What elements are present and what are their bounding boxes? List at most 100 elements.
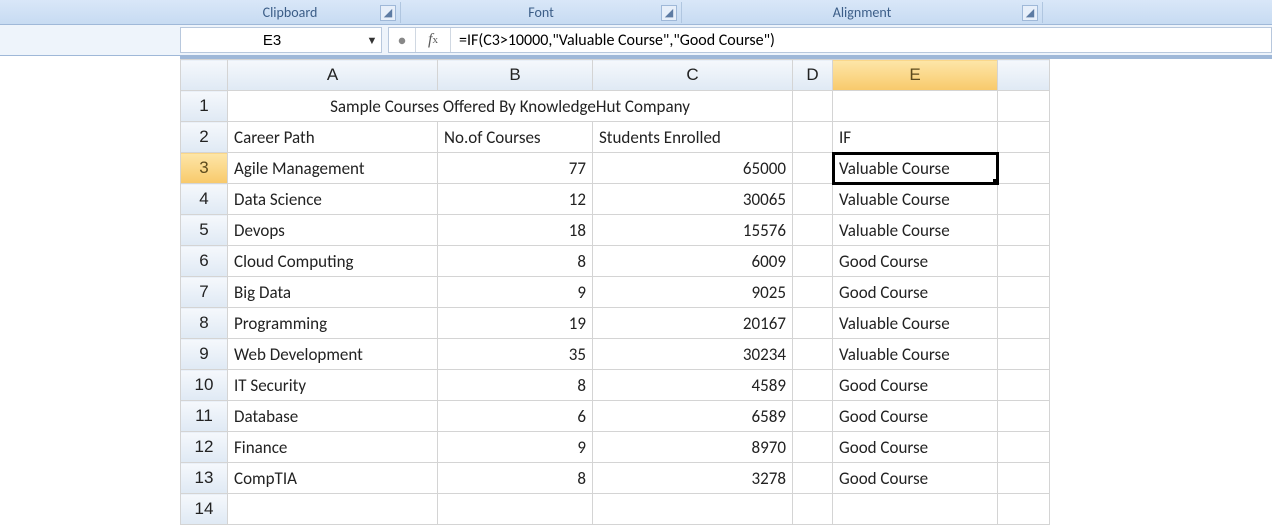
- cell-B3[interactable]: 77: [438, 153, 593, 184]
- cell-F11[interactable]: [998, 401, 1050, 432]
- col-head-A[interactable]: A: [228, 60, 438, 91]
- cell-A13[interactable]: CompTIA: [228, 463, 438, 494]
- cell-B8[interactable]: 19: [438, 308, 593, 339]
- col-head-F[interactable]: [998, 60, 1050, 91]
- row-head-3[interactable]: 3: [181, 153, 228, 184]
- cell-D2[interactable]: [793, 122, 833, 153]
- cell-B11[interactable]: 6: [438, 401, 593, 432]
- cell-D5[interactable]: [793, 215, 833, 246]
- cell-B5[interactable]: 18: [438, 215, 593, 246]
- cell-E5[interactable]: Valuable Course: [833, 215, 998, 246]
- row-head-4[interactable]: 4: [181, 184, 228, 215]
- name-box[interactable]: E3 ▼: [180, 27, 382, 53]
- row-head-1[interactable]: 1: [181, 91, 228, 122]
- row-head-5[interactable]: 5: [181, 215, 228, 246]
- cell-C13[interactable]: 3278: [593, 463, 793, 494]
- cell-D6[interactable]: [793, 246, 833, 277]
- cell-A14[interactable]: [228, 494, 438, 525]
- cell-A11[interactable]: Database: [228, 401, 438, 432]
- header-students[interactable]: Students Enrolled: [593, 122, 793, 153]
- cell-F9[interactable]: [998, 339, 1050, 370]
- cell-C7[interactable]: 9025: [593, 277, 793, 308]
- cell-E1[interactable]: [833, 91, 998, 122]
- cell-E13[interactable]: Good Course: [833, 463, 998, 494]
- row-head-7[interactable]: 7: [181, 277, 228, 308]
- col-head-C[interactable]: C: [593, 60, 793, 91]
- row-head-14[interactable]: 14: [181, 494, 228, 525]
- spreadsheet-grid[interactable]: A B C D E 1 Sample Courses Offered By Kn…: [180, 59, 1050, 525]
- row-head-6[interactable]: 6: [181, 246, 228, 277]
- cell-C3[interactable]: 65000: [593, 153, 793, 184]
- row-head-11[interactable]: 11: [181, 401, 228, 432]
- row-head-12[interactable]: 12: [181, 432, 228, 463]
- cell-D11[interactable]: [793, 401, 833, 432]
- cell-C9[interactable]: 30234: [593, 339, 793, 370]
- cell-B6[interactable]: 8: [438, 246, 593, 277]
- row-head-2[interactable]: 2: [181, 122, 228, 153]
- cell-B13[interactable]: 8: [438, 463, 593, 494]
- cell-F3[interactable]: [998, 153, 1050, 184]
- col-head-D[interactable]: D: [793, 60, 833, 91]
- select-all-corner[interactable]: [181, 60, 228, 91]
- cell-A10[interactable]: IT Security: [228, 370, 438, 401]
- cell-A8[interactable]: Programming: [228, 308, 438, 339]
- name-box-dropdown-icon[interactable]: ▼: [363, 34, 381, 47]
- cell-F2[interactable]: [998, 122, 1050, 153]
- cell-A4[interactable]: Data Science: [228, 184, 438, 215]
- cell-F6[interactable]: [998, 246, 1050, 277]
- cell-E11[interactable]: Good Course: [833, 401, 998, 432]
- cell-E7[interactable]: Good Course: [833, 277, 998, 308]
- col-head-E[interactable]: E: [833, 60, 998, 91]
- row-head-8[interactable]: 8: [181, 308, 228, 339]
- cell-F1[interactable]: [998, 91, 1050, 122]
- cell-C12[interactable]: 8970: [593, 432, 793, 463]
- cell-F5[interactable]: [998, 215, 1050, 246]
- cell-E14[interactable]: [833, 494, 998, 525]
- row-head-13[interactable]: 13: [181, 463, 228, 494]
- title-cell[interactable]: Sample Courses Offered By KnowledgeHut C…: [228, 91, 793, 122]
- cell-F12[interactable]: [998, 432, 1050, 463]
- cell-F10[interactable]: [998, 370, 1050, 401]
- cell-A6[interactable]: Cloud Computing: [228, 246, 438, 277]
- cell-A3[interactable]: Agile Management: [228, 153, 438, 184]
- cell-F14[interactable]: [998, 494, 1050, 525]
- cell-D14[interactable]: [793, 494, 833, 525]
- cell-A9[interactable]: Web Development: [228, 339, 438, 370]
- header-if[interactable]: IF: [833, 122, 998, 153]
- cell-D13[interactable]: [793, 463, 833, 494]
- cell-F8[interactable]: [998, 308, 1050, 339]
- cell-D3[interactable]: [793, 153, 833, 184]
- cell-B12[interactable]: 9: [438, 432, 593, 463]
- cell-D1[interactable]: [793, 91, 833, 122]
- cell-E8[interactable]: Valuable Course: [833, 308, 998, 339]
- cell-B9[interactable]: 35: [438, 339, 593, 370]
- clipboard-launcher-icon[interactable]: ◢: [380, 5, 396, 21]
- cell-E4[interactable]: Valuable Course: [833, 184, 998, 215]
- cell-D9[interactable]: [793, 339, 833, 370]
- cell-E9[interactable]: Valuable Course: [833, 339, 998, 370]
- cell-A12[interactable]: Finance: [228, 432, 438, 463]
- cell-D4[interactable]: [793, 184, 833, 215]
- cell-A5[interactable]: Devops: [228, 215, 438, 246]
- col-head-B[interactable]: B: [438, 60, 593, 91]
- cell-F7[interactable]: [998, 277, 1050, 308]
- cell-F13[interactable]: [998, 463, 1050, 494]
- formula-input[interactable]: =IF(C3>10000,"Valuable Course","Good Cou…: [451, 31, 1271, 50]
- row-head-10[interactable]: 10: [181, 370, 228, 401]
- cell-D12[interactable]: [793, 432, 833, 463]
- cell-B7[interactable]: 9: [438, 277, 593, 308]
- cell-D10[interactable]: [793, 370, 833, 401]
- header-career[interactable]: Career Path: [228, 122, 438, 153]
- alignment-launcher-icon[interactable]: ◢: [1022, 5, 1038, 21]
- cell-C11[interactable]: 6589: [593, 401, 793, 432]
- cell-C6[interactable]: 6009: [593, 246, 793, 277]
- formula-cancel-icon[interactable]: ●: [389, 28, 416, 52]
- cell-C14[interactable]: [593, 494, 793, 525]
- row-head-9[interactable]: 9: [181, 339, 228, 370]
- cell-B14[interactable]: [438, 494, 593, 525]
- cell-C10[interactable]: 4589: [593, 370, 793, 401]
- cell-B4[interactable]: 12: [438, 184, 593, 215]
- cell-F4[interactable]: [998, 184, 1050, 215]
- cell-E12[interactable]: Good Course: [833, 432, 998, 463]
- cell-B10[interactable]: 8: [438, 370, 593, 401]
